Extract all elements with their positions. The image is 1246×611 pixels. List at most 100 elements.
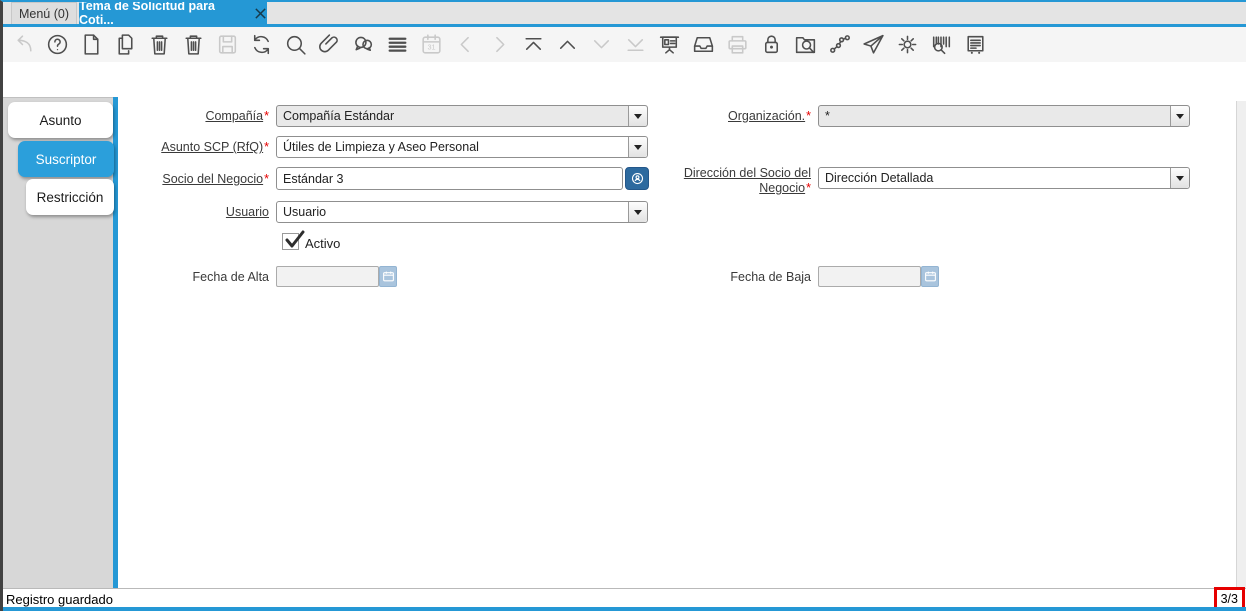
organizacion-label: Organización.* bbox=[728, 109, 811, 123]
activo-label: Activo bbox=[305, 236, 341, 251]
help-button[interactable] bbox=[45, 32, 70, 57]
tab-menu-label: Menú (0) bbox=[18, 6, 70, 21]
organizacion-field[interactable]: * bbox=[818, 105, 1190, 127]
compania-field[interactable]: Compañía Estándar bbox=[276, 105, 648, 127]
chevron-down-icon[interactable] bbox=[628, 202, 647, 222]
print-button bbox=[725, 32, 750, 57]
fecha-alta-field[interactable] bbox=[276, 266, 379, 287]
previous-record-button[interactable] bbox=[555, 32, 580, 57]
calendar-icon[interactable] bbox=[379, 266, 397, 287]
required-marker: * bbox=[264, 172, 269, 186]
vertical-scrollbar[interactable] bbox=[1236, 101, 1246, 588]
refresh-button[interactable] bbox=[249, 32, 274, 57]
chevron-down-icon[interactable] bbox=[1170, 106, 1189, 126]
required-marker: * bbox=[806, 181, 811, 195]
new-record-button[interactable] bbox=[79, 32, 104, 57]
tab-rfq-topic[interactable]: Tema de Solicitud para Coti... bbox=[79, 0, 267, 27]
next-record-button bbox=[589, 32, 614, 57]
save-icon bbox=[218, 35, 237, 54]
print-icon bbox=[728, 35, 747, 54]
zoom-across-button[interactable] bbox=[793, 32, 818, 57]
save-button bbox=[215, 32, 240, 57]
barcode-scan-button[interactable] bbox=[929, 32, 954, 57]
parent-record-button bbox=[453, 32, 478, 57]
last-record-icon bbox=[627, 39, 644, 52]
tab-menu[interactable]: Menú (0) bbox=[11, 2, 77, 24]
calendar-button: 31 bbox=[419, 32, 444, 57]
person-circle-icon bbox=[631, 172, 643, 185]
report-button[interactable] bbox=[657, 32, 682, 57]
activo-checkbox[interactable] bbox=[282, 230, 305, 250]
detail-record-button bbox=[487, 32, 512, 57]
report-icon bbox=[659, 36, 680, 54]
grid-view-button[interactable] bbox=[385, 32, 410, 57]
socio-negocio-label: Socio del Negocio* bbox=[162, 172, 269, 186]
detail-record-icon bbox=[496, 36, 505, 53]
chevron-down-icon[interactable] bbox=[628, 106, 647, 126]
sidebar-tab-restriccion[interactable]: Restricción bbox=[26, 179, 114, 215]
first-record-button[interactable] bbox=[521, 32, 546, 57]
grid-view-icon bbox=[388, 37, 407, 52]
refresh-icon bbox=[253, 34, 270, 55]
parent-record-icon bbox=[460, 36, 469, 53]
previous-record-icon bbox=[559, 40, 576, 49]
sidebar-tab-asunto-label: Asunto bbox=[39, 112, 82, 128]
chat-icon bbox=[355, 36, 373, 52]
delete-selection-button[interactable] bbox=[181, 32, 206, 57]
fecha-baja-field[interactable] bbox=[818, 266, 921, 287]
delete-selection-icon bbox=[185, 35, 202, 55]
workflow-button[interactable] bbox=[827, 32, 852, 57]
window-bottom-border bbox=[3, 607, 1246, 611]
sidebar-tab-suscriptor-label: Suscriptor bbox=[35, 151, 97, 167]
close-icon[interactable] bbox=[254, 7, 267, 20]
direccion-socio-field[interactable]: Dirección Detallada bbox=[818, 167, 1190, 189]
workflow-icon bbox=[830, 35, 850, 53]
fecha-alta-label: Fecha de Alta bbox=[192, 270, 269, 284]
copy-record-icon bbox=[118, 34, 133, 55]
asunto-scp-label: Asunto SCP (RfQ)* bbox=[161, 140, 269, 154]
attachment-button[interactable] bbox=[317, 32, 342, 57]
delete-record-button[interactable] bbox=[147, 32, 172, 57]
status-message: Registro guardado bbox=[6, 592, 113, 607]
sidebar-tab-suscriptor[interactable]: Suscriptor bbox=[18, 141, 114, 177]
help-icon bbox=[47, 34, 68, 55]
calendar-icon[interactable] bbox=[921, 266, 939, 287]
required-marker: * bbox=[264, 109, 269, 123]
undo-button bbox=[11, 32, 36, 57]
compania-label: Compañía* bbox=[205, 109, 269, 123]
chat-button[interactable] bbox=[351, 32, 376, 57]
svg-text:31: 31 bbox=[427, 43, 435, 52]
next-record-icon bbox=[593, 40, 610, 49]
checkmark-icon bbox=[285, 230, 305, 248]
chevron-down-icon[interactable] bbox=[1170, 168, 1189, 188]
tab-rfq-topic-label: Tema de Solicitud para Coti... bbox=[79, 0, 215, 27]
settings-button[interactable] bbox=[895, 32, 920, 57]
required-marker: * bbox=[264, 140, 269, 154]
send-mail-icon bbox=[863, 34, 884, 54]
sidebar-tab-asunto[interactable]: Asunto bbox=[8, 102, 113, 138]
socio-negocio-field[interactable]: Estándar 3 bbox=[276, 167, 623, 190]
copy-record-button[interactable] bbox=[113, 32, 138, 57]
find-icon bbox=[286, 35, 306, 55]
business-partner-info-button[interactable] bbox=[625, 167, 649, 190]
archive-icon bbox=[693, 36, 714, 53]
last-record-button bbox=[623, 32, 648, 57]
undo-icon bbox=[17, 35, 32, 52]
new-record-icon bbox=[84, 34, 99, 55]
print-preview-icon bbox=[967, 35, 984, 54]
sidebar-tab-restriccion-label: Restricción bbox=[36, 189, 104, 205]
chevron-down-icon[interactable] bbox=[628, 137, 647, 157]
print-preview-button[interactable] bbox=[963, 32, 988, 57]
usuario-field[interactable]: Usuario bbox=[276, 201, 648, 223]
asunto-scp-field[interactable]: Útiles de Limpieza y Aseo Personal bbox=[276, 136, 648, 158]
settings-icon bbox=[898, 35, 917, 54]
send-mail-button[interactable] bbox=[861, 32, 886, 57]
lock-icon bbox=[764, 35, 779, 54]
archive-button[interactable] bbox=[691, 32, 716, 57]
usuario-label: Usuario bbox=[225, 205, 269, 219]
lock-button[interactable] bbox=[759, 32, 784, 57]
first-record-icon bbox=[525, 37, 542, 50]
calendar-icon: 31 bbox=[422, 34, 441, 54]
window-tab-bar: Menú (0) Tema de Solicitud para Coti... bbox=[3, 0, 1246, 27]
find-button[interactable] bbox=[283, 32, 308, 57]
